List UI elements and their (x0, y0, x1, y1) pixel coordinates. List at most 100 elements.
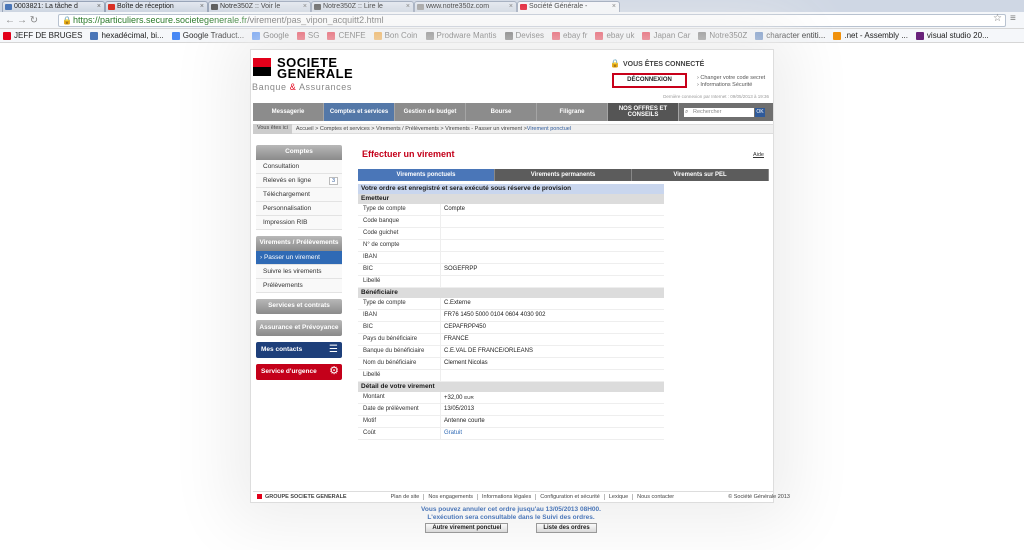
tab-close-icon[interactable]: × (406, 2, 410, 12)
urgence-button[interactable]: Service d'urgence ⚙ (256, 364, 342, 380)
nav-item[interactable]: Comptes et services (324, 103, 395, 121)
sidebar-header-assurance[interactable]: Assurance et Prévoyance (256, 320, 342, 336)
bookmark-item[interactable]: Google (252, 31, 289, 40)
breadcrumb-here: Vous êtes ici (253, 124, 292, 134)
back-icon[interactable]: ← (4, 15, 16, 26)
browser-tab[interactable]: Société Générale - × (517, 1, 620, 12)
sidebar-item[interactable]: Relevés en ligne 3 (256, 174, 342, 188)
sidebar-item[interactable]: › Passer un virement (256, 251, 342, 265)
table-row: Nom du bénéficiaire Clement Nicolas (358, 358, 664, 370)
browser-tab[interactable]: www.notre350z.com × (414, 1, 517, 12)
bookmark-item[interactable]: SG (296, 31, 319, 40)
table-row: Libellé (358, 276, 664, 288)
search-input[interactable]: ⌕ Rechercher (684, 107, 754, 117)
search-ok-button[interactable]: OK (755, 107, 765, 117)
breadcrumb-path[interactable]: Accueil > Comptes et services > Virement… (296, 126, 527, 132)
bookmark-item[interactable]: Google Traduct... (171, 31, 245, 40)
browser-tab[interactable]: Notre350Z :: Voir le × (208, 1, 311, 12)
bookmark-favicon-icon (252, 31, 261, 40)
footer-link[interactable]: Nos engagements (424, 493, 478, 500)
nav-item[interactable]: Gestion de budget (395, 103, 466, 121)
logout-button[interactable]: DÉCONNEXION (612, 73, 687, 88)
change-code-link[interactable]: › Changer votre code secret (697, 75, 765, 82)
browser-tab[interactable]: Notre350Z :: Lire le × (311, 1, 414, 12)
table-row: BIC SOGEFRPP (358, 264, 664, 276)
nav-item[interactable]: Bourse (466, 103, 537, 121)
footer-link[interactable]: Nous contacter (633, 494, 678, 500)
table-row: Type de compte Compte (358, 204, 664, 216)
action-buttons: Autre virement ponctuel Liste des ordres (358, 523, 664, 533)
footer-link[interactable]: Plan de site (387, 493, 425, 500)
orders-list-button[interactable]: Liste des ordres (536, 523, 597, 533)
bookmark-item[interactable]: Japan Car (642, 31, 690, 40)
connected-label: 🔒 VOUS ÊTES CONNECTÉ (610, 59, 705, 68)
bookmark-item[interactable]: Bon Coin (373, 31, 418, 40)
bookmark-item[interactable]: CENFE (327, 31, 366, 40)
footer-link[interactable]: Configuration et sécurité (536, 493, 605, 500)
another-transfer-button[interactable]: Autre virement ponctuel (425, 523, 509, 533)
tab-close-icon[interactable]: × (612, 2, 616, 12)
sidebar-item[interactable]: Personnalisation (256, 202, 342, 216)
padlock-icon: 🔒 (610, 59, 620, 68)
bookmark-label: Google Traduct... (182, 31, 245, 40)
bookmark-item[interactable]: ebay uk (595, 31, 634, 40)
security-links: › Changer votre code secret › Informatio… (697, 75, 765, 89)
forward-icon[interactable]: → (16, 15, 28, 26)
row-label: Motif (358, 416, 441, 427)
sidebar-item[interactable]: Impression RIB (256, 216, 342, 230)
tab-close-icon[interactable]: × (509, 2, 513, 12)
browser-tab[interactable]: Boîte de réception × (105, 1, 208, 12)
tab-favicon-icon (5, 4, 12, 10)
security-info-link[interactable]: › Informations Sécurité (697, 82, 765, 89)
row-value (441, 228, 664, 239)
bookmark-label: Devises (515, 31, 544, 40)
tab-transfer[interactable]: Virements sur PEL (632, 169, 769, 181)
bookmark-item[interactable]: JEFF DE BRUGES (3, 31, 82, 40)
bookmark-item[interactable]: character entiti... (755, 31, 825, 40)
detail-section: Détail de votre virement (358, 382, 664, 392)
beneficiaire-section: Bénéficiaire (358, 288, 664, 298)
nav-item[interactable]: Messagerie (253, 103, 324, 121)
tab-close-icon[interactable]: × (97, 2, 101, 12)
sidebar-item[interactable]: Prélèvements (256, 279, 342, 293)
table-row: Code banque (358, 216, 664, 228)
sidebar-item[interactable]: Consultation (256, 160, 342, 174)
bookmark-item[interactable]: visual studio 20... (915, 31, 989, 40)
address-bar[interactable]: 🔒 https://particuliers.secure.societegen… (58, 14, 1006, 27)
cost-value[interactable]: Gratuit (441, 428, 664, 439)
sg-square-icon (257, 494, 262, 499)
bookmark-label: Japan Car (653, 31, 691, 40)
row-value: Antenne courte (444, 418, 485, 424)
row-label: Code guichet (358, 228, 441, 239)
bookmark-label: visual studio 20... (926, 31, 989, 40)
sidebar-header-virements[interactable]: Virements / Prélèvements (256, 236, 342, 251)
row-value (441, 216, 664, 227)
url-path: /virement/pas_vipon_acquitt2.html (247, 15, 384, 25)
nav-item[interactable]: Filigrane (537, 103, 608, 121)
tab-close-icon[interactable]: × (200, 2, 204, 12)
bookmark-item[interactable]: hexadécimal, bi... (90, 31, 164, 40)
nav-item[interactable]: NOS OFFRES ET CONSEILS (608, 103, 679, 121)
bookmark-item[interactable]: Prodware Mantis (425, 31, 497, 40)
reload-icon[interactable]: ↻ (28, 15, 40, 26)
browser-tab[interactable]: 0003821: La tâche d × (2, 1, 105, 12)
browser-toolbar: ← → ↻ 🔒 https://particuliers.secure.soci… (0, 12, 1024, 29)
tab-transfer[interactable]: Virements ponctuels (358, 169, 495, 181)
tab-close-icon[interactable]: × (303, 2, 307, 12)
contacts-button[interactable]: Mes contacts ☰ (256, 342, 342, 358)
help-link[interactable]: Aide (753, 152, 764, 158)
sidebar-item[interactable]: Suivre les virements (256, 265, 342, 279)
sidebar-header-services[interactable]: Services et contrats (256, 299, 342, 314)
tab-transfer[interactable]: Virements permanents (495, 169, 632, 181)
tab-favicon-icon (211, 4, 218, 10)
sidebar-item[interactable]: Téléchargement (256, 188, 342, 202)
bookmark-item[interactable]: Devises (504, 31, 544, 40)
bookmark-item[interactable]: ebay fr (551, 31, 587, 40)
footer-link[interactable]: Informations légales (478, 493, 537, 500)
footer-link[interactable]: Lexique (605, 493, 634, 500)
browser-menu-icon[interactable]: ≡ (1010, 13, 1016, 24)
bookmark-star-icon[interactable]: ☆ (993, 13, 1002, 24)
bookmark-item[interactable]: .net - Assembly ... (833, 31, 908, 40)
bookmark-item[interactable]: Notre350Z (698, 31, 747, 40)
sidebar-header-comptes[interactable]: Comptes (256, 145, 342, 160)
